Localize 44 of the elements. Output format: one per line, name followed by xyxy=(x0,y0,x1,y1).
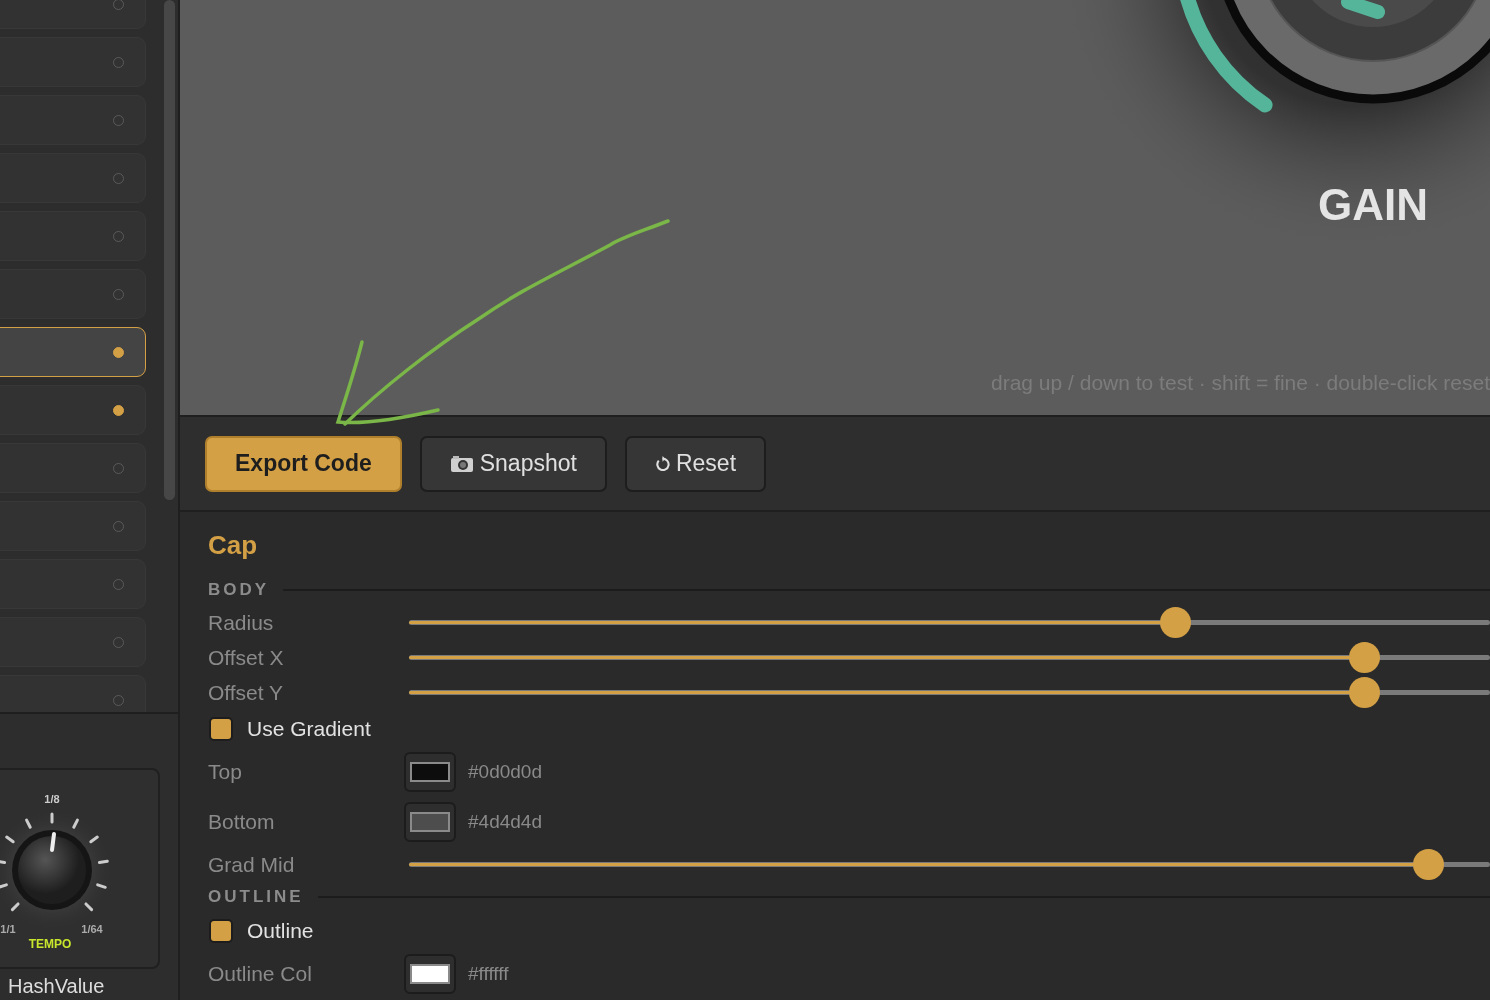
color-swatch[interactable] xyxy=(404,954,456,994)
preset-label: HashValue xyxy=(7,974,106,998)
export-button[interactable]: Export Code xyxy=(205,435,402,492)
color-hex: #4d4d4d xyxy=(468,811,542,833)
slider-label: Offset Y xyxy=(208,680,285,705)
slider-thumb[interactable] xyxy=(1348,642,1380,673)
slider[interactable] xyxy=(409,849,1490,880)
color-hex: #0d0d0d xyxy=(468,761,542,783)
color-label: Outline Col xyxy=(208,962,313,986)
slider-label: Offset X xyxy=(208,645,285,670)
color-swatch[interactable] xyxy=(404,802,456,842)
color-label: Bottom xyxy=(208,810,276,834)
checkbox-label: Use Gradient xyxy=(247,716,371,741)
knob-scale-label: 1/8 xyxy=(44,793,60,805)
slider[interactable] xyxy=(409,607,1490,638)
knob-card[interactable]: 1/8 1/1 1/64 TEMPO xyxy=(0,768,160,969)
color-swatch[interactable] xyxy=(404,752,456,792)
section-heading: OUTLINE xyxy=(208,887,304,907)
reset-button[interactable]: Reset xyxy=(624,435,767,492)
color-label: Top xyxy=(208,760,243,784)
section-heading: BODY xyxy=(208,580,270,600)
knob-scale-label: 1/1 xyxy=(0,923,16,935)
slider-thumb[interactable] xyxy=(1413,849,1445,880)
checkbox-label: Outline xyxy=(247,918,314,943)
slider[interactable] xyxy=(409,642,1490,673)
knob-label: GAIN xyxy=(1318,180,1428,229)
checkbox[interactable] xyxy=(209,716,233,741)
knob-scale-label: 1/64 xyxy=(81,923,103,935)
reset-icon xyxy=(654,456,670,471)
panel-title: Cap xyxy=(208,530,258,561)
scrollbar[interactable] xyxy=(164,0,175,500)
color-hex: #ffffff xyxy=(468,963,509,985)
knob-drawing[interactable] xyxy=(1178,0,1490,113)
snapshot-button[interactable]: Snapshot xyxy=(419,435,607,492)
slider-label: Grad Mid xyxy=(208,852,296,877)
camera-icon xyxy=(449,454,474,473)
checkbox[interactable] xyxy=(209,918,233,943)
slider-thumb[interactable] xyxy=(1348,677,1380,708)
slider-label: Radius xyxy=(208,610,275,635)
list-card[interactable] xyxy=(0,327,146,377)
slider[interactable] xyxy=(409,677,1490,708)
slider-thumb[interactable] xyxy=(1160,607,1192,638)
knob-name: TEMPO xyxy=(28,937,72,951)
knob-drawing[interactable] xyxy=(0,812,109,912)
